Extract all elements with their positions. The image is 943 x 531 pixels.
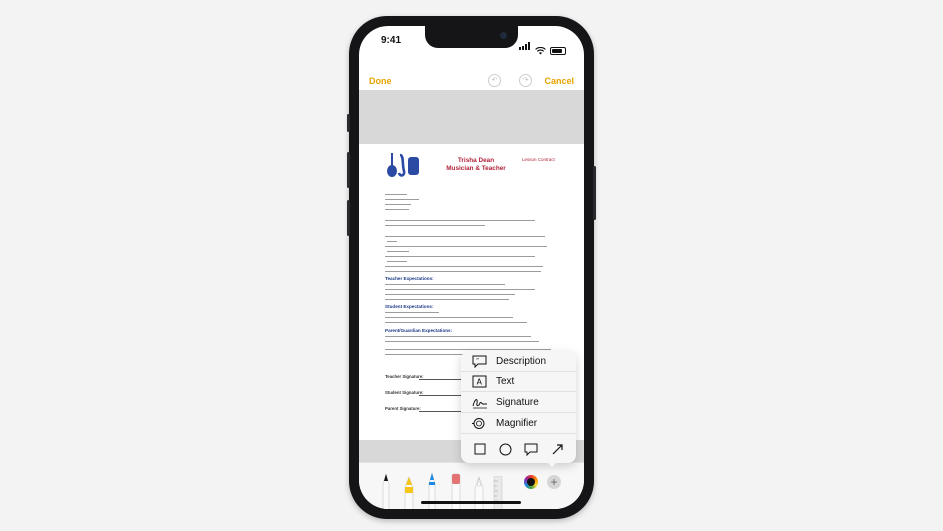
text-line: [385, 322, 527, 324]
markup-navbar: Done ↶ ↷ Cancel: [359, 68, 584, 92]
menu-item-text[interactable]: A Text: [461, 371, 576, 392]
text-line: [385, 341, 539, 343]
text-line: [385, 209, 409, 211]
document-title: Trisha Dean Musician & Teacher: [446, 157, 506, 172]
text-line: [387, 261, 407, 263]
text-line: [385, 294, 515, 296]
speech-quote-icon: ”: [471, 354, 488, 368]
text-line: [385, 256, 535, 258]
menu-item-description[interactable]: ” Description: [461, 351, 576, 372]
text-line: [385, 336, 531, 338]
text-line: [385, 266, 543, 268]
text-line: [385, 204, 411, 206]
section-heading: Teacher Expectations:: [385, 276, 434, 281]
pen-tool[interactable]: [381, 472, 391, 509]
text-line: [385, 312, 439, 314]
square-icon[interactable]: [473, 442, 487, 456]
text-line: [385, 354, 471, 356]
text-line: [385, 246, 547, 248]
menu-item-signature[interactable]: Signature: [461, 392, 576, 413]
battery-icon: [550, 47, 566, 55]
text-line: [387, 241, 397, 243]
text-line: [385, 299, 509, 301]
signature-icon: [471, 395, 488, 409]
notch: [425, 26, 518, 48]
done-button[interactable]: Done: [369, 76, 392, 86]
arrow-icon[interactable]: [550, 442, 564, 456]
lasso-tool[interactable]: [473, 476, 485, 509]
text-line: [385, 194, 407, 196]
iphone-frame: 9:41 Done ↶ ↷ Cancel Trisha Dean Musicia…: [347, 16, 596, 519]
silent-switch: [347, 114, 350, 132]
circle-icon[interactable]: [499, 442, 513, 456]
phone-screen: 9:41 Done ↶ ↷ Cancel Trisha Dean Musicia…: [359, 26, 584, 509]
signature-label: Teacher Signature:: [385, 374, 424, 379]
cancel-button[interactable]: Cancel: [544, 76, 574, 86]
status-icons: [519, 37, 566, 55]
undo-icon[interactable]: ↶: [488, 74, 501, 87]
document-tag: Lesson Contract: [522, 157, 555, 162]
text-line: [385, 236, 545, 238]
signal-icon: [519, 37, 531, 55]
text-line: [385, 199, 419, 201]
text-line: [385, 220, 535, 222]
wifi-icon: [535, 47, 546, 55]
text-line: [385, 284, 505, 286]
ruler-tool[interactable]: [493, 476, 503, 509]
instruments-icon: [387, 153, 419, 177]
speech-bubble-icon[interactable]: [524, 442, 538, 456]
color-picker-icon[interactable]: [524, 475, 538, 489]
svg-text:”: ”: [476, 357, 479, 364]
svg-text:A: A: [477, 377, 483, 386]
signature-label: Parent Signature:: [385, 406, 421, 411]
text-line: [385, 225, 485, 227]
text-line: [387, 251, 409, 253]
section-heading: Student Expectations:: [385, 304, 434, 309]
text-line: [385, 349, 551, 351]
volume-down-button: [347, 200, 350, 236]
volume-up-button: [347, 152, 350, 188]
marker-tool[interactable]: [403, 476, 415, 509]
markup-add-menu: ” Description A Text Signature Magnifier: [461, 351, 576, 463]
side-button: [593, 166, 596, 220]
document-background: [359, 90, 584, 144]
menu-item-magnifier[interactable]: Magnifier: [461, 413, 576, 434]
shapes-row: [461, 435, 576, 463]
home-indicator[interactable]: [421, 501, 521, 504]
menu-pointer: [546, 461, 558, 467]
text-line: [385, 271, 541, 273]
section-heading: Parent/Guardian Expectations:: [385, 328, 453, 333]
status-time: 9:41: [381, 35, 402, 46]
redo-icon[interactable]: ↷: [519, 74, 532, 87]
magnifier-icon: [471, 416, 488, 430]
text-line: [385, 317, 513, 319]
signature-label: Student Signature:: [385, 390, 424, 395]
text-line: [385, 289, 535, 291]
text-box-icon: A: [471, 374, 488, 388]
add-markup-button[interactable]: +: [547, 475, 561, 489]
camera: [500, 32, 507, 39]
